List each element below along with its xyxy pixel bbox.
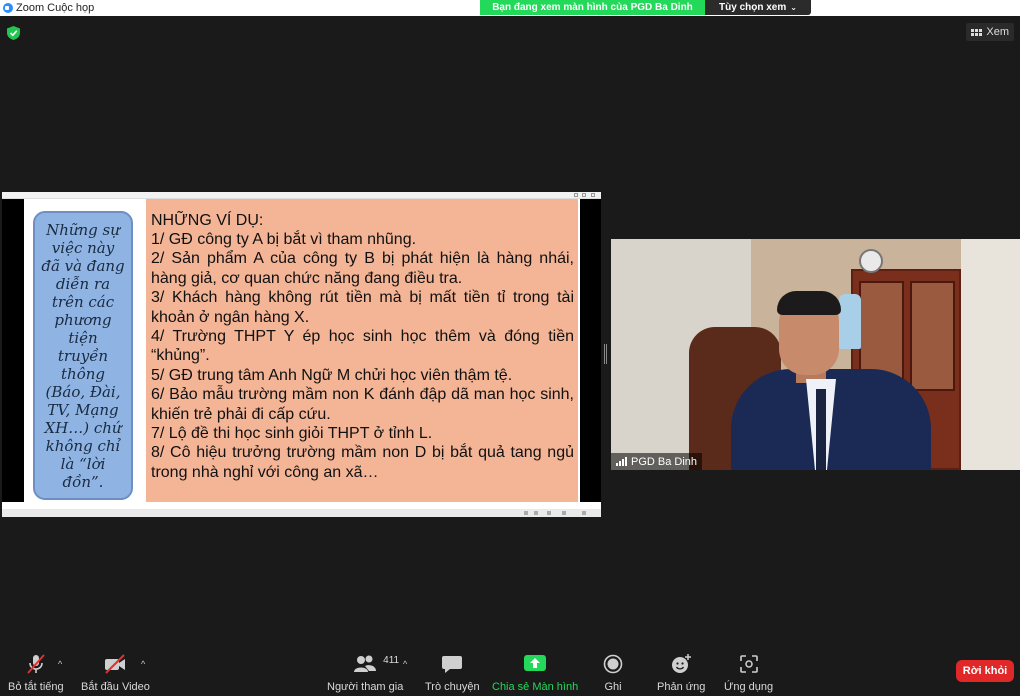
zoom-app-icon (3, 3, 13, 13)
participant-tie (816, 389, 826, 470)
video-options-caret-icon[interactable]: ^ (141, 659, 145, 669)
example-item: 2/ Sản phẩm A của công ty B bị phát hiện… (151, 250, 574, 287)
chat-icon (440, 653, 464, 675)
slide-content: Những sự việc này đã và đang diễn ra trê… (24, 199, 580, 502)
callout-text: Những sự việc này đã và đang diễn ra trê… (41, 220, 125, 491)
participants-options-caret-icon[interactable]: ^ (403, 659, 407, 669)
participants-button[interactable]: 411 Người tham gia (327, 653, 403, 693)
status-icon (547, 511, 551, 515)
maximize-icon (582, 193, 586, 197)
example-item: 5/ GĐ trung tâm Anh Ngữ M chửi học viên … (151, 366, 513, 384)
example-item: 3/ Khách hàng không rút tiền mà bị mất t… (151, 289, 574, 326)
status-icon (582, 511, 586, 515)
powerpoint-title-bar (2, 192, 601, 199)
meeting-toolbar: Bỏ tắt tiếng ^ Bắt đầu Video ^ 411 Người… (0, 646, 1020, 696)
status-icon (524, 511, 528, 515)
video-off-icon (103, 653, 127, 675)
share-status-text: Bạn đang xem màn hình của PGD Ba Dinh (480, 0, 705, 15)
window-title: Zoom Cuộc họp (16, 2, 95, 14)
record-label: Ghi (604, 681, 622, 693)
reactions-button[interactable]: Phản ứng (657, 653, 705, 693)
record-button[interactable]: Ghi (601, 653, 625, 693)
minimize-icon (574, 193, 578, 197)
chat-label: Trò chuyện (425, 681, 480, 693)
apps-label: Ứng dụng (724, 681, 774, 693)
view-options-label: Tùy chọn xem (719, 2, 787, 13)
unmute-label: Bỏ tắt tiếng (8, 681, 64, 693)
connection-signal-icon (616, 457, 627, 466)
example-item: 4/ Trường THPT Y ép học sinh học thêm và… (151, 328, 574, 365)
security-shield-icon[interactable] (7, 26, 20, 40)
muted-microphone-icon (24, 653, 48, 675)
reactions-smiley-icon (669, 653, 693, 675)
participant-video-tile[interactable]: PGD Ba Dinh (611, 239, 1020, 470)
leave-meeting-button[interactable]: Rời khỏi (956, 660, 1014, 682)
close-icon (591, 193, 595, 197)
status-icon (534, 511, 538, 515)
examples-panel: NHỮNG VÍ DỤ: 1/ GĐ công ty A bị bắt vì t… (146, 199, 578, 502)
share-banner: Bạn đang xem màn hình của PGD Ba Dinh Tù… (480, 0, 811, 15)
view-button-label: Xem (986, 26, 1009, 38)
share-screen-icon (523, 653, 547, 675)
chevron-down-icon: ⌄ (790, 3, 797, 12)
powerpoint-status-bar (2, 509, 601, 517)
start-video-button[interactable]: Bắt đầu Video (81, 653, 150, 693)
apps-button[interactable]: Ứng dụng (724, 653, 773, 693)
share-screen-label: Chia sẻ Màn hình (492, 681, 579, 693)
participant-name-tag: PGD Ba Dinh (611, 453, 703, 470)
participant-hair (777, 291, 841, 315)
participant-name: PGD Ba Dinh (631, 455, 698, 468)
apps-icon (737, 653, 761, 675)
view-layout-button[interactable]: Xem (966, 23, 1014, 41)
example-item: 7/ Lộ đề thi học sinh giỏi THPT ở tỉnh L… (151, 425, 433, 443)
audio-options-caret-icon[interactable]: ^ (58, 659, 62, 669)
video-background-clock (859, 249, 883, 273)
split-view-handle[interactable] (604, 344, 607, 364)
zoom-meeting-window: Zoom Cuộc họp Bạn đang xem màn hình của … (0, 0, 1020, 696)
participants-label: Người tham gia (327, 681, 404, 693)
status-icon (562, 511, 566, 515)
reactions-label: Phản ứng (657, 681, 706, 693)
video-background-water-dispenser (839, 294, 861, 349)
share-screen-button[interactable]: Chia sẻ Màn hình (492, 653, 578, 693)
record-icon (601, 653, 625, 675)
participants-icon: 411 (353, 653, 399, 675)
callout-bubble: Những sự việc này đã và đang diễn ra trê… (33, 211, 133, 500)
example-item: 1/ GĐ công ty A bị bắt vì tham nhũng. (151, 231, 417, 248)
examples-heading: NHỮNG VÍ DỤ: (151, 212, 264, 229)
start-video-label: Bắt đầu Video (81, 681, 150, 693)
grid-icon (971, 28, 983, 36)
view-options-button[interactable]: Tùy chọn xem ⌄ (705, 0, 811, 15)
chat-button[interactable]: Trò chuyện (425, 653, 480, 693)
example-item: 6/ Bảo mẫu trường mầm non K đánh đập dã … (151, 386, 574, 423)
example-item: 8/ Cô hiệu trưởng trường mầm non D bị bắ… (151, 444, 574, 481)
video-background-window (961, 239, 1020, 470)
participants-count: 411 (383, 655, 400, 666)
unmute-button[interactable]: Bỏ tắt tiếng (8, 653, 64, 693)
shared-screen[interactable]: Những sự việc này đã và đang diễn ra trê… (2, 192, 601, 517)
presentation-slide: Những sự việc này đã và đang diễn ra trê… (2, 199, 601, 502)
